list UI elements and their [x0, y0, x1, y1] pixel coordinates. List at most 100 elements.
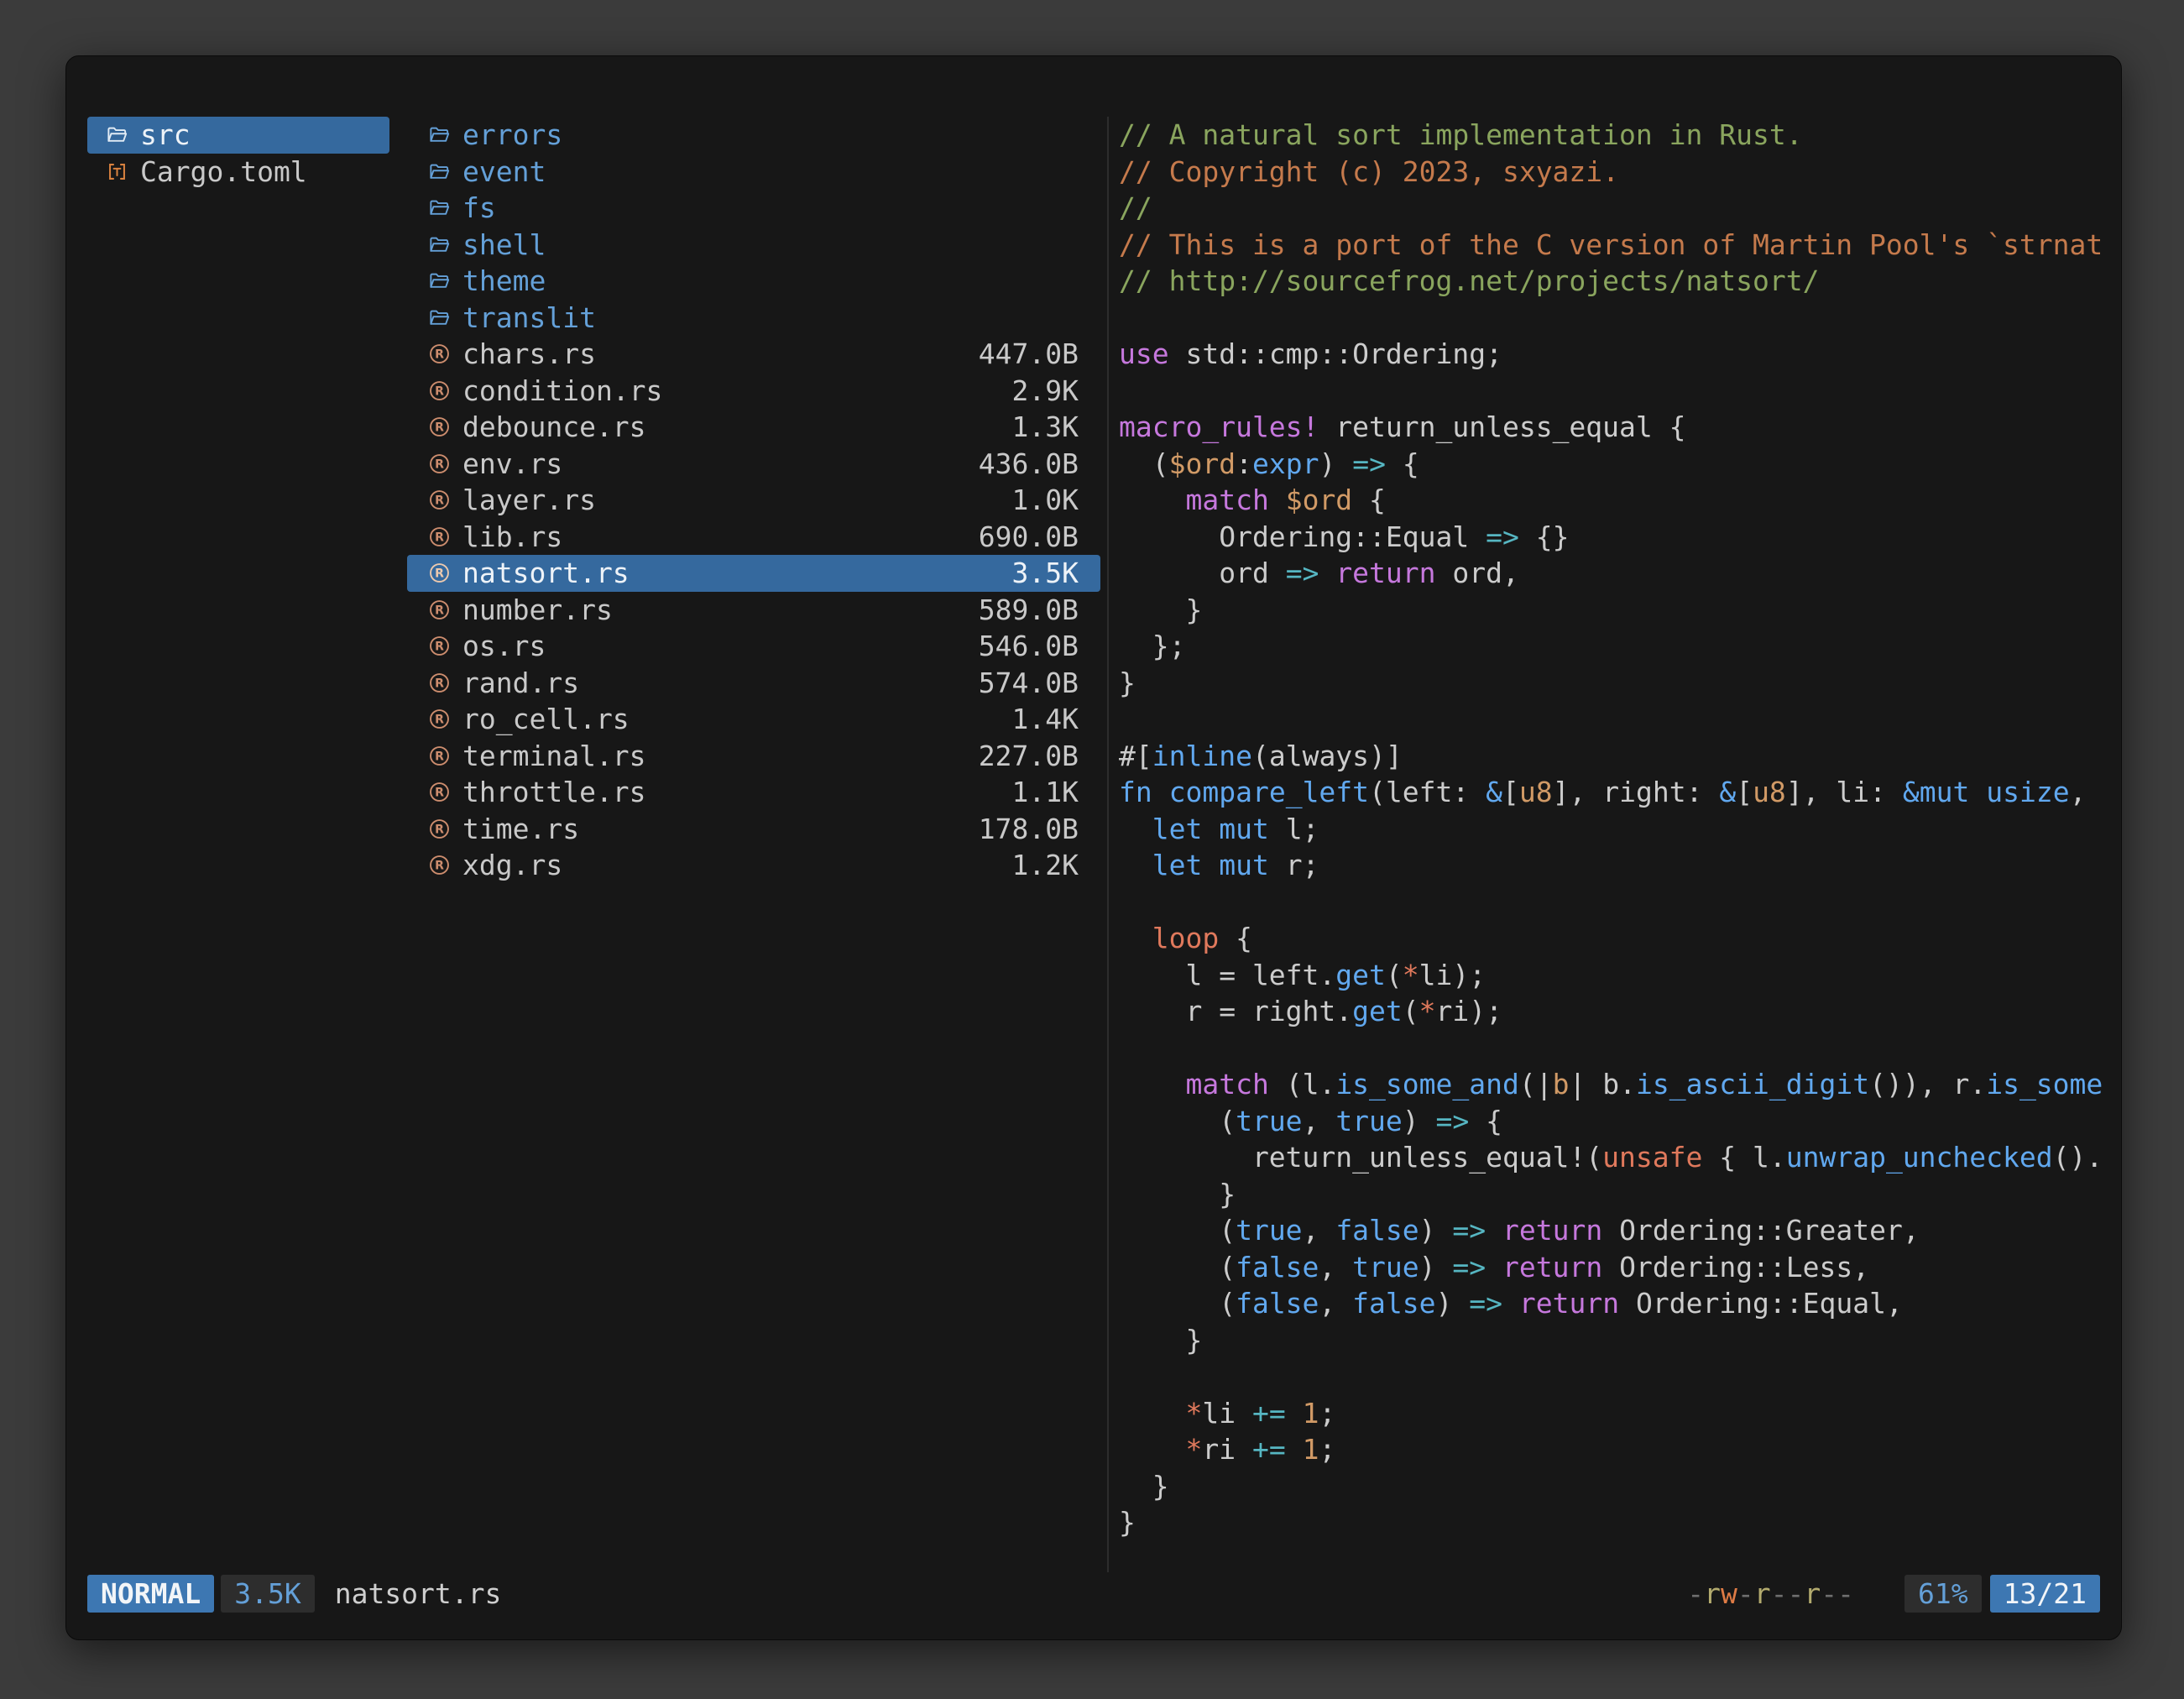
yazi-file-manager-window: srcCargo.toml errors eventfsshellthemetra…	[65, 55, 2122, 1640]
code-line: }	[1119, 665, 2103, 702]
current-item-time.rs[interactable]: Rtime.rs178.0B	[407, 811, 1100, 848]
code-line: }	[1119, 1468, 2103, 1505]
item-size: 546.0B	[979, 630, 1079, 662]
parent-pane: srcCargo.toml	[87, 117, 389, 190]
svg-text:R: R	[435, 348, 444, 362]
permission-char: -	[1771, 1577, 1788, 1610]
current-item-debounce.rs[interactable]: Rdebounce.rs1.3K	[407, 409, 1100, 446]
code-line: }	[1119, 1322, 2103, 1359]
current-item-natsort.rs[interactable]: Rnatsort.rs3.5K	[407, 555, 1100, 592]
code-line: let mut l;	[1119, 811, 2103, 848]
code-line: // Copyright (c) 2023, sxyazi.	[1119, 154, 2103, 191]
folder-icon	[428, 233, 451, 256]
svg-text:R: R	[435, 787, 444, 800]
preview-pane: // A natural sort implementation in Rust…	[1119, 117, 2103, 1569]
current-item-errors[interactable]: errors	[407, 117, 1100, 154]
code-line: return_unless_equal!(unsafe { l.unwrap_u…	[1119, 1139, 2103, 1176]
item-name: natsort.rs	[462, 557, 630, 589]
permission-char: -	[1821, 1577, 1837, 1610]
svg-text:R: R	[435, 531, 444, 544]
svg-text:R: R	[435, 421, 444, 435]
code-line	[1119, 300, 2103, 337]
code-line: *ri += 1;	[1119, 1431, 2103, 1468]
pane-divider	[1107, 117, 1109, 1572]
code-line: (false, false) => return Ordering::Equal…	[1119, 1285, 2103, 1322]
status-filename: natsort.rs	[335, 1577, 502, 1610]
rust-file-icon: R	[428, 708, 451, 730]
code-line: ord => return ord,	[1119, 555, 2103, 592]
current-item-xdg.rs[interactable]: Rxdg.rs1.2K	[407, 847, 1100, 884]
current-item-number.rs[interactable]: Rnumber.rs 589.0B	[407, 592, 1100, 629]
item-size: 589.0B	[979, 593, 1079, 626]
code-line: // This is a port of the C version of Ma…	[1119, 227, 2103, 264]
code-line: }	[1119, 592, 2103, 629]
rust-file-icon: R	[428, 379, 451, 402]
scroll-percent-badge: 61%	[1904, 1575, 1982, 1613]
current-item-ro_cell.rs[interactable]: Rro_cell.rs1.4K	[407, 701, 1100, 738]
code-line: //	[1119, 190, 2103, 227]
permission-char: r	[1704, 1577, 1721, 1610]
item-size: 1.2K	[1012, 849, 1079, 881]
cursor-position-badge: 13/21	[1990, 1575, 2100, 1613]
item-size: 2.9K	[1012, 374, 1079, 407]
item-name: rand.rs	[462, 667, 579, 699]
item-size: 1.4K	[1012, 703, 1079, 735]
code-line: // A natural sort implementation in Rust…	[1119, 117, 2103, 154]
code-line: (true, false) => return Ordering::Greate…	[1119, 1212, 2103, 1249]
parent-item-Cargo.toml[interactable]: Cargo.toml	[87, 154, 389, 191]
folder-icon	[428, 196, 451, 219]
current-item-fs[interactable]: fs	[407, 190, 1100, 227]
folder-icon	[428, 306, 451, 329]
code-line: (true, true) => {	[1119, 1103, 2103, 1140]
rust-file-icon: R	[428, 599, 451, 621]
permission-char: -	[1687, 1577, 1704, 1610]
permissions-text: -rw-r--r--	[1687, 1577, 1854, 1610]
permission-char: -	[1788, 1577, 1805, 1610]
svg-text:R: R	[435, 384, 444, 398]
code-line: #[inline(always)]	[1119, 738, 2103, 775]
item-name: shell	[462, 228, 546, 261]
current-item-shell[interactable]: shell	[407, 227, 1100, 264]
rust-file-icon: R	[428, 818, 451, 840]
code-line	[1119, 1030, 2103, 1067]
item-size: 1.0K	[1012, 484, 1079, 516]
svg-text:R: R	[435, 457, 444, 471]
svg-text:R: R	[435, 677, 444, 690]
current-item-chars.rs[interactable]: Rchars.rs447.0B	[407, 336, 1100, 373]
current-item-layer.rs[interactable]: Rlayer.rs1.0K	[407, 482, 1100, 519]
current-item-throttle.rs[interactable]: Rthrottle.rs1.1K	[407, 774, 1100, 811]
item-name: debounce.rs	[462, 410, 646, 443]
parent-item-src[interactable]: src	[87, 117, 389, 154]
current-item-event[interactable]: event	[407, 154, 1100, 191]
code-line: }	[1119, 1176, 2103, 1213]
item-name: theme	[462, 264, 546, 297]
code-line: match (l.is_some_and(|b| b.is_ascii_digi…	[1119, 1066, 2103, 1103]
item-size: 690.0B	[979, 520, 1079, 553]
current-item-terminal.rs[interactable]: Rterminal.rs227.0B	[407, 738, 1100, 775]
code-line	[1119, 1358, 2103, 1395]
item-name: event	[462, 155, 546, 188]
svg-text:R: R	[435, 494, 444, 508]
item-name: errors	[462, 118, 562, 151]
current-item-lib.rs[interactable]: Rlib.rs690.0B	[407, 519, 1100, 556]
current-item-condition.rs[interactable]: Rcondition.rs2.9K	[407, 373, 1100, 410]
current-item-rand.rs[interactable]: Rrand.rs574.0B	[407, 665, 1100, 702]
item-name: time.rs	[462, 813, 579, 845]
item-name: Cargo.toml	[140, 155, 307, 188]
current-pane: errors eventfsshellthemetranslitRchars.rs…	[407, 117, 1100, 884]
item-name: number.rs	[462, 593, 613, 626]
current-item-os.rs[interactable]: Ros.rs546.0B	[407, 628, 1100, 665]
item-size: 1.1K	[1012, 776, 1079, 808]
rust-file-icon: R	[428, 562, 451, 584]
current-item-env.rs[interactable]: Renv.rs436.0B	[407, 446, 1100, 483]
current-item-theme[interactable]: theme	[407, 263, 1100, 300]
rust-file-icon: R	[428, 452, 451, 475]
code-line: *li += 1;	[1119, 1395, 2103, 1432]
code-line: loop {	[1119, 920, 2103, 957]
code-line	[1119, 884, 2103, 921]
current-item-translit[interactable]: translit	[407, 300, 1100, 337]
permission-char: r	[1754, 1577, 1771, 1610]
svg-text:R: R	[435, 567, 444, 581]
rust-file-icon: R	[428, 672, 451, 694]
permission-char: w	[1721, 1577, 1737, 1610]
